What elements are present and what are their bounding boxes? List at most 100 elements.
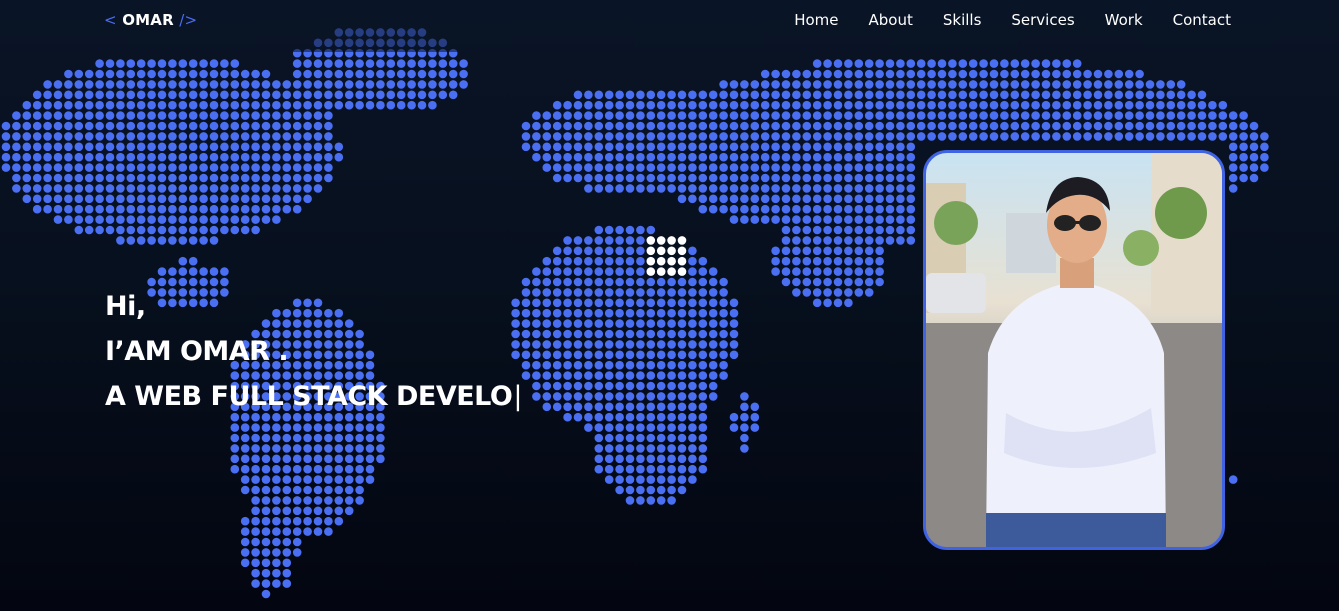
map-dot	[303, 496, 312, 505]
map-dot	[1249, 142, 1259, 152]
map-dot	[303, 516, 312, 526]
nav-home[interactable]: Home	[794, 11, 838, 29]
map-dot	[53, 173, 63, 183]
map-dot	[916, 59, 926, 68]
nav-contact[interactable]: Contact	[1173, 11, 1231, 29]
map-dot	[116, 173, 125, 183]
map-dot	[376, 80, 385, 89]
map-dot	[428, 69, 437, 79]
map-dot	[240, 173, 250, 183]
map-dot	[1062, 111, 1072, 120]
map-dot	[833, 80, 843, 89]
map-dot	[313, 173, 323, 183]
map-dot	[906, 184, 916, 193]
map-dot	[604, 163, 614, 172]
map-dot	[240, 121, 250, 131]
map-dot	[875, 59, 884, 68]
map-dot	[251, 173, 260, 183]
map-dot	[459, 69, 468, 79]
map-dot	[760, 184, 770, 193]
map-dot	[292, 111, 302, 120]
map-dot	[906, 225, 916, 235]
map-dot	[563, 236, 572, 245]
map-dot	[1020, 80, 1030, 89]
map-dot	[32, 163, 42, 172]
map-dot	[292, 59, 302, 68]
map-dot	[84, 121, 94, 131]
site-logo[interactable]: < OMAR />	[104, 11, 197, 29]
map-dot	[272, 80, 281, 89]
map-dot	[1176, 80, 1186, 89]
map-dot	[615, 132, 624, 141]
map-dot	[95, 173, 104, 183]
map-dot	[126, 132, 136, 141]
map-dot	[604, 298, 614, 308]
map-dot	[292, 121, 302, 131]
map-dot	[646, 90, 656, 100]
map-dot	[282, 527, 292, 536]
map-dot	[656, 371, 666, 380]
map-dot	[1239, 121, 1248, 131]
map-dot	[792, 215, 801, 224]
map-dot	[833, 59, 843, 68]
map-dot	[417, 59, 427, 68]
map-dot	[552, 246, 562, 256]
map-dot	[708, 194, 718, 204]
map-dot	[698, 267, 708, 276]
map-dot	[688, 173, 697, 183]
nav-skills[interactable]: Skills	[943, 11, 982, 29]
map-dot	[532, 381, 541, 391]
map-dot	[126, 90, 136, 100]
nav-work[interactable]: Work	[1105, 11, 1143, 29]
map-dot	[615, 433, 624, 443]
map-dot	[116, 111, 125, 120]
map-dot	[625, 90, 635, 100]
map-dot	[282, 516, 292, 526]
map-dot	[698, 454, 708, 464]
map-dot	[1031, 100, 1040, 110]
map-dot	[178, 69, 188, 79]
map-dot	[823, 236, 832, 245]
map-dot	[750, 412, 760, 422]
map-dot-highlight	[646, 246, 656, 256]
map-dot	[532, 329, 541, 339]
map-dot	[552, 371, 562, 380]
map-dot	[1031, 121, 1040, 131]
map-dot	[1, 121, 11, 131]
map-dot	[521, 121, 531, 131]
map-dot	[864, 236, 874, 245]
map-dot	[792, 173, 801, 183]
map-dot	[615, 173, 624, 183]
map-dot	[563, 173, 572, 183]
map-dot	[532, 340, 541, 349]
map-dot	[220, 142, 229, 152]
map-dot	[989, 90, 999, 100]
map-dot	[833, 298, 843, 308]
map-dot	[646, 464, 656, 474]
map-dot	[573, 246, 583, 256]
map-dot	[1104, 90, 1113, 100]
map-dot	[563, 392, 572, 401]
map-dot	[896, 163, 905, 172]
map-dot	[823, 256, 832, 266]
map-dot	[573, 267, 583, 276]
map-dot	[136, 236, 146, 245]
map-dot	[251, 132, 260, 141]
nav-about[interactable]: About	[869, 11, 913, 29]
map-dot	[220, 132, 229, 141]
map-dot	[937, 90, 947, 100]
map-dot	[188, 163, 198, 172]
map-dot	[105, 59, 115, 68]
map-dot	[906, 90, 916, 100]
map-dot	[272, 100, 281, 110]
map-dot	[656, 152, 666, 162]
map-dot	[188, 184, 198, 193]
map-dot	[760, 121, 770, 131]
map-dot	[272, 215, 281, 224]
nav-services[interactable]: Services	[1011, 11, 1074, 29]
map-dot	[708, 173, 718, 183]
map-dot	[594, 152, 604, 162]
map-dot	[43, 194, 52, 204]
map-dot	[698, 142, 708, 152]
map-dot	[147, 236, 156, 245]
